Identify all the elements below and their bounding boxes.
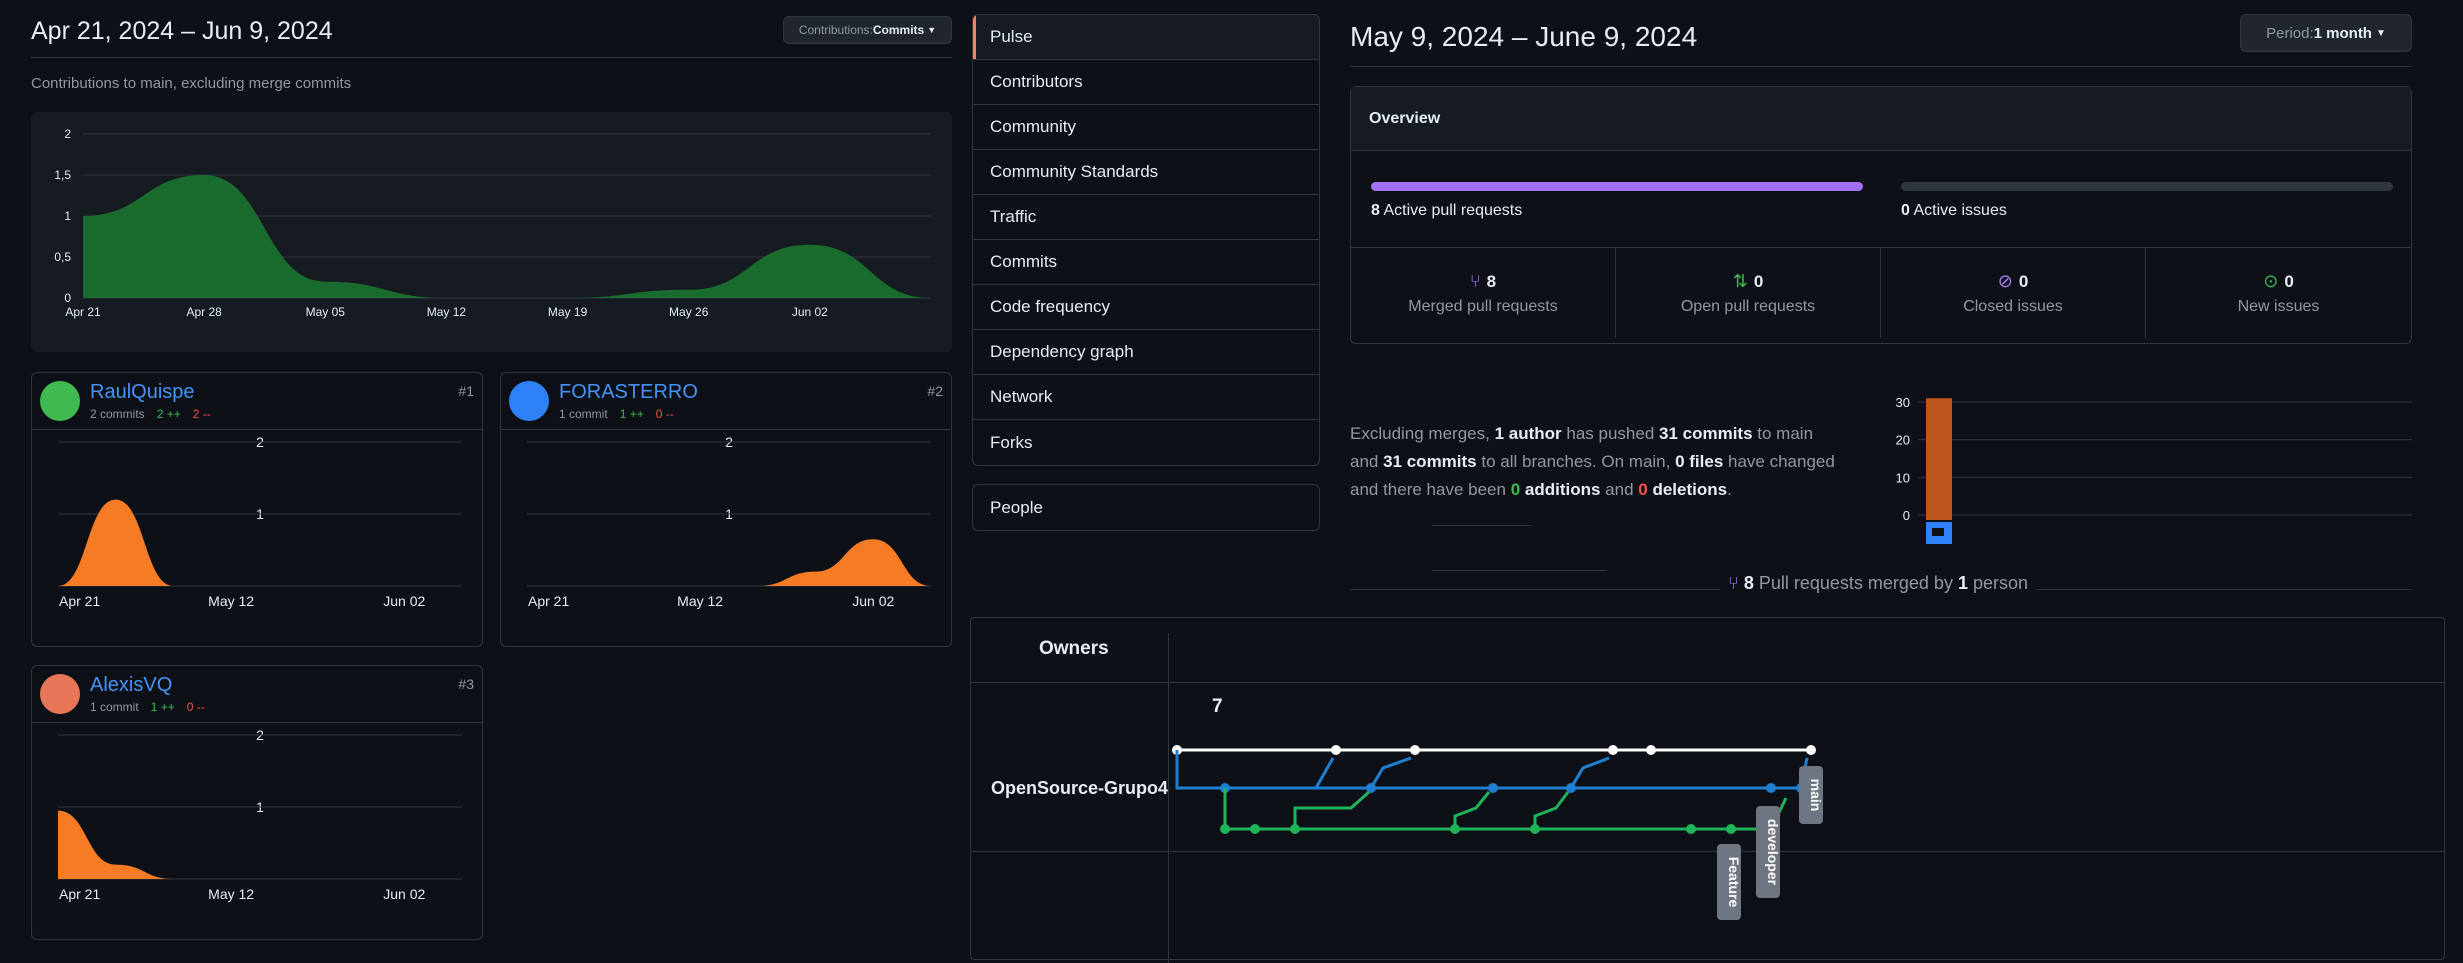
x-tick-label: May 12: [427, 305, 467, 319]
y-tick-label: 0,5: [54, 250, 71, 264]
menu-item-code-frequency[interactable]: Code frequency: [973, 285, 1319, 330]
x-tick-label: May 05: [306, 305, 346, 319]
contributions-chart: 2 1,5 1 0,5 0 Apr 21 Apr 28 May 05 May 12 May 19 M…: [31, 112, 952, 352]
y-tick-label: 1: [64, 209, 71, 223]
caret-down-icon: ▼: [927, 25, 937, 35]
y-tick-label: 0: [64, 291, 71, 305]
contributor-chart: 21Apr 21 May 12 Jun 02: [58, 434, 462, 609]
x-tick-label: May 12: [208, 886, 254, 902]
menu-item-commits[interactable]: Commits: [973, 240, 1319, 285]
rank-badge: #1: [458, 383, 474, 399]
merged-prs-stat[interactable]: ⑂ 8 Merged pull requests: [1351, 248, 1616, 338]
menu-item-pulse[interactable]: Pulse: [973, 15, 1319, 60]
x-tick-label: Apr 21: [65, 305, 101, 319]
contributor-card-3: AlexisVQ 1 commit 1 ++ 0 -- #3 2 1 Apr 21 May…: [31, 665, 483, 940]
merge-icon: ⑂: [1469, 271, 1481, 291]
contributor-area: [58, 810, 462, 879]
menu-item-dependency-graph[interactable]: Dependency graph: [973, 330, 1319, 375]
avatar[interactable]: [509, 381, 549, 421]
branch-label-main: main: [1808, 779, 1824, 812]
contributors-range: Apr 21, 2024 – Jun 9, 2024: [31, 17, 333, 45]
contributor-chart: 21Apr 21 May 12 Jun 02: [527, 434, 931, 609]
x-tick-label: Apr 21: [59, 886, 100, 902]
active-prs-bar[interactable]: [1371, 182, 1863, 191]
issue-closed-icon: ⊘: [1997, 271, 2013, 291]
rank-badge: #3: [458, 676, 474, 692]
y-tick-label: 20: [1896, 433, 1910, 448]
avatar[interactable]: [40, 381, 80, 421]
merged-prs-line: ⑂ 8 Pull requests merged by 1 person: [1720, 573, 2037, 594]
y-tick-label: 1,5: [54, 168, 71, 182]
people-menu: People: [972, 484, 1320, 531]
contributor-name[interactable]: FORASTERRO: [559, 381, 698, 404]
active-prs-label[interactable]: 8 Active pull requests: [1371, 202, 1522, 220]
contributions-type-button[interactable]: Contributions: Commits ▼: [783, 16, 952, 44]
menu-item-community-standards[interactable]: Community Standards: [973, 150, 1319, 195]
active-issues-label[interactable]: 0 Active issues: [1901, 202, 2007, 220]
contributions-chart-svg: 2 1,5 1 0,5 0Apr 21 Apr 28 May 05 May 12 May 19 M…: [54, 127, 931, 319]
contributor-name[interactable]: RaulQuispe: [90, 381, 211, 404]
commits-bar-chart: 30 20 10 0: [1896, 395, 2412, 544]
commit-summary: Excluding merges, 1 author has pushed 31…: [1350, 424, 1835, 499]
contributor-card-1: RaulQuispe 2 commits 2 ++ 2 -- #1 2 1 Apr 21…: [31, 372, 483, 647]
active-issues-bar[interactable]: [1901, 182, 2393, 191]
x-tick-label: Jun 02: [852, 593, 894, 609]
network-graph: Owners 7 OpenSource-Grupo4 main develope…: [970, 617, 2445, 963]
y-tick-label: 10: [1896, 470, 1910, 485]
overview-header: Overview: [1351, 87, 2411, 151]
y-tick-label: 0: [1903, 508, 1910, 523]
x-tick-label: Jun 02: [792, 305, 828, 319]
network-lines: main developer Feature: [1172, 745, 1824, 920]
x-tick-label: May 26: [669, 305, 709, 319]
contributor-card-2: FORASTERRO 1 commit 1 ++ 0 -- #2 2 1 Apr 21 M…: [500, 372, 952, 647]
pulse-range: May 9, 2024 – June 9, 2024: [1350, 21, 1698, 52]
issue-opened-icon: ⊙: [2263, 271, 2279, 291]
caret-down-icon: ▼: [2375, 27, 2386, 39]
x-tick-label: Jun 02: [383, 886, 425, 902]
avatar[interactable]: [40, 674, 80, 714]
rank-badge: #2: [927, 383, 943, 399]
x-tick-label: Apr 28: [186, 305, 222, 319]
menu-item-network[interactable]: Network: [973, 375, 1319, 420]
contributions-area: [83, 175, 931, 298]
contributors-subtitle: Contributions to main, excluding merge c…: [31, 75, 352, 92]
x-tick-label: Apr 21: [59, 593, 100, 609]
menu-item-people[interactable]: People: [973, 485, 1319, 530]
contributor-chart: 21Apr 21 May 12 Jun 02: [58, 727, 462, 902]
x-tick-label: Jun 02: [383, 593, 425, 609]
pull-request-icon: ⇅: [1732, 271, 1748, 291]
merge-icon: ⑂: [1728, 573, 1739, 593]
contributor-name[interactable]: AlexisVQ: [90, 674, 205, 697]
menu-item-community[interactable]: Community: [973, 105, 1319, 150]
x-tick-label: Apr 21: [528, 593, 569, 609]
x-tick-label: May 12: [208, 593, 254, 609]
menu-item-forks[interactable]: Forks: [973, 420, 1319, 465]
menu-item-traffic[interactable]: Traffic: [973, 195, 1319, 240]
contributor-area: [527, 539, 931, 586]
period-button[interactable]: Period: 1 month ▼: [2240, 14, 2412, 52]
branch-label-developer: developer: [1765, 819, 1781, 886]
y-tick-label: 2: [64, 127, 71, 141]
new-issues-stat[interactable]: ⊙ 0 New issues: [2146, 248, 2411, 338]
branch-label-feature: Feature: [1726, 857, 1742, 908]
overview-card: Overview 8 Active pull requests 0 Active…: [1350, 86, 2412, 344]
insights-menu: Pulse Contributors Community Community S…: [972, 14, 1320, 466]
closed-issues-stat[interactable]: ⊘ 0 Closed issues: [1881, 248, 2146, 338]
y-tick-label: 30: [1896, 395, 1910, 410]
x-tick-label: May 12: [677, 593, 723, 609]
x-tick-label: May 19: [548, 305, 588, 319]
commits-bar: [1926, 398, 1952, 520]
open-prs-stat[interactable]: ⇅ 0 Open pull requests: [1616, 248, 1881, 338]
menu-item-contributors[interactable]: Contributors: [973, 60, 1319, 105]
